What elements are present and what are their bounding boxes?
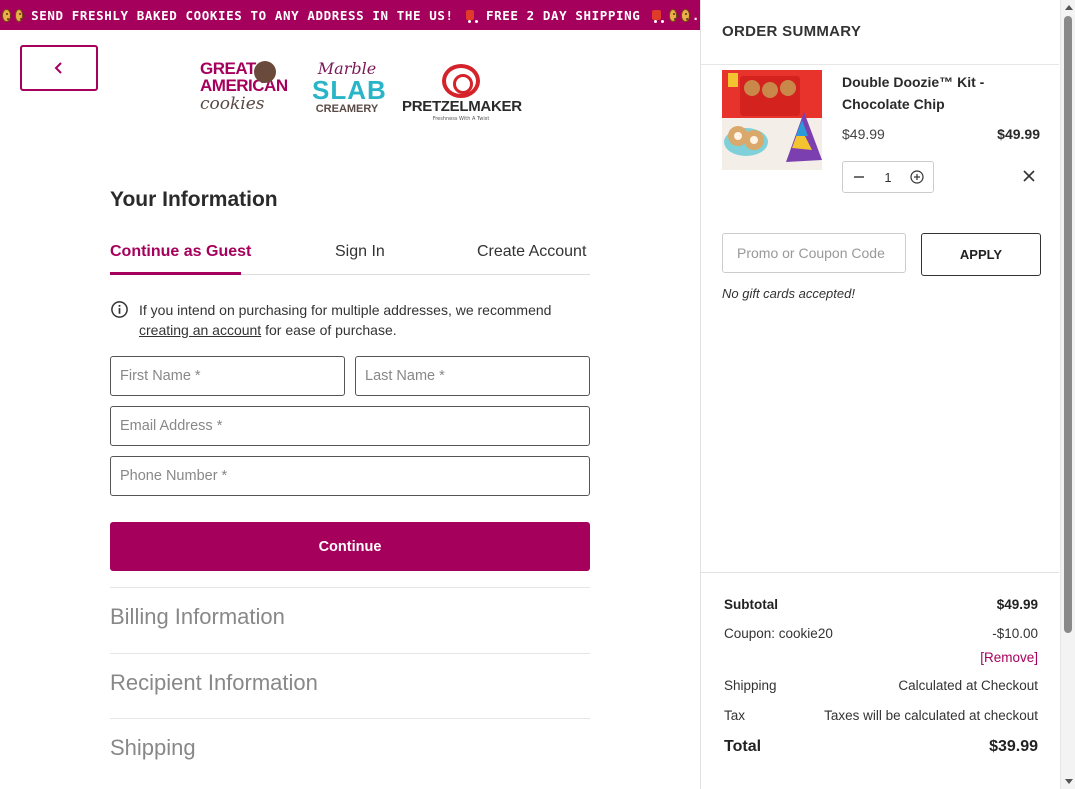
- info-icon: [111, 301, 128, 318]
- coupon-value: -$10.00: [992, 626, 1038, 641]
- product-name[interactable]: Double Doozie™ Kit - Chocolate Chip: [842, 71, 1032, 115]
- divider: [701, 64, 1059, 65]
- phone-field[interactable]: [110, 456, 590, 496]
- order-summary-title: ORDER SUMMARY: [722, 23, 862, 40]
- shipping-value: Calculated at Checkout: [898, 678, 1038, 693]
- decrease-quantity-button[interactable]: [851, 169, 867, 185]
- cookie-icon: [681, 8, 690, 22]
- back-button[interactable]: [20, 45, 98, 91]
- banner-text: SEND FRESHLY BAKED COOKIES TO ANY ADDRES…: [31, 7, 454, 23]
- notice-text: If you intend on purchasing for multiple…: [139, 302, 552, 338]
- vertical-scrollbar[interactable]: [1060, 0, 1075, 789]
- plus-circle-icon: [910, 170, 924, 184]
- banner-shipping-text: FREE 2 DAY SHIPPING: [486, 7, 641, 23]
- delivery-truck-icon: [465, 10, 475, 23]
- tax-row: Tax Taxes will be calculated at checkout: [724, 708, 1038, 723]
- increase-quantity-button[interactable]: [909, 169, 925, 185]
- product-line-total: $49.99: [997, 126, 1040, 142]
- create-account-link[interactable]: creating an account: [139, 322, 261, 338]
- quantity-value[interactable]: 1: [884, 170, 891, 185]
- gift-card-note: No gift cards accepted!: [722, 286, 855, 301]
- order-summary-panel: ORDER SUMMARY Double Doozie™ Kit - Choco…: [700, 0, 1075, 789]
- tab-create-account[interactable]: Create Account: [477, 243, 586, 261]
- tab-continue-as-guest[interactable]: Continue as Guest: [110, 243, 251, 261]
- pretzel-icon: [442, 64, 480, 98]
- active-tab-indicator: [110, 272, 241, 275]
- checkout-main: SEND FRESHLY BAKED COOKIES TO ANY ADDRES…: [0, 0, 700, 789]
- coupon-row: Coupon: cookie20 -$10.00: [724, 626, 1038, 641]
- multi-address-notice: If you intend on purchasing for multiple…: [110, 300, 590, 340]
- product-unit-price: $49.99: [842, 126, 885, 142]
- scroll-down-arrow-icon[interactable]: [1065, 779, 1073, 784]
- tax-value: Taxes will be calculated at checkout: [824, 708, 1038, 723]
- total-row: Total $39.99: [724, 738, 1038, 756]
- email-field[interactable]: [110, 406, 590, 446]
- total-label: Total: [724, 738, 762, 755]
- your-information-title: Your Information: [110, 188, 278, 211]
- coupon-label: Coupon: cookie20: [724, 626, 833, 641]
- cookie-icon: [2, 8, 11, 22]
- continue-button[interactable]: Continue: [110, 522, 590, 571]
- close-icon: [1023, 170, 1035, 182]
- billing-information-section[interactable]: Billing Information: [110, 587, 590, 653]
- tab-sign-in[interactable]: Sign In: [335, 243, 385, 261]
- marble-slab-logo[interactable]: Marble SLAB CREAMERY: [312, 60, 386, 122]
- subtotal-row: Subtotal $49.99: [724, 597, 1038, 612]
- order-totals: Subtotal $49.99 Coupon: cookie20 -$10.00…: [701, 572, 1059, 789]
- delivery-truck-icon: [652, 10, 661, 23]
- cookie-icon: [668, 8, 678, 22]
- shipping-section[interactable]: Shipping: [110, 718, 590, 784]
- minus-icon: [854, 176, 864, 178]
- first-name-field[interactable]: [110, 356, 345, 396]
- tax-label: Tax: [724, 708, 746, 723]
- checkout-page: SEND FRESHLY BAKED COOKIES TO ANY ADDRES…: [0, 0, 1075, 789]
- scrollbar-thumb[interactable]: [1064, 16, 1072, 633]
- recipient-information-section[interactable]: Recipient Information: [110, 653, 590, 718]
- subtotal-value: $49.99: [996, 597, 1038, 612]
- product-image: [722, 70, 822, 190]
- last-name-field[interactable]: [355, 356, 590, 396]
- shipping-label: Shipping: [724, 678, 777, 693]
- scroll-up-arrow-icon[interactable]: [1065, 5, 1073, 10]
- pretzelmaker-logo[interactable]: PRETZELMAKER Freshness With A Twist: [402, 64, 522, 124]
- shipping-row: Shipping Calculated at Checkout: [724, 678, 1038, 693]
- cookie-icon: [14, 8, 24, 22]
- promo-banner: SEND FRESHLY BAKED COOKIES TO ANY ADDRES…: [0, 0, 700, 30]
- cookie-icon: [254, 61, 276, 83]
- quantity-stepper: 1: [842, 161, 934, 193]
- subtotal-label: Subtotal: [724, 597, 778, 612]
- account-tabs: Continue as Guest Sign In Create Account: [110, 240, 590, 275]
- chevron-left-icon: [54, 62, 62, 74]
- promo-code-input[interactable]: [722, 233, 906, 273]
- total-value: $39.99: [989, 738, 1038, 755]
- remove-item-button[interactable]: [1021, 168, 1037, 184]
- apply-promo-button[interactable]: APPLY: [921, 233, 1041, 276]
- great-american-cookies-logo[interactable]: GREAT AMERICAN cookies: [200, 60, 288, 124]
- remove-coupon-link[interactable]: [Remove]: [980, 650, 1038, 665]
